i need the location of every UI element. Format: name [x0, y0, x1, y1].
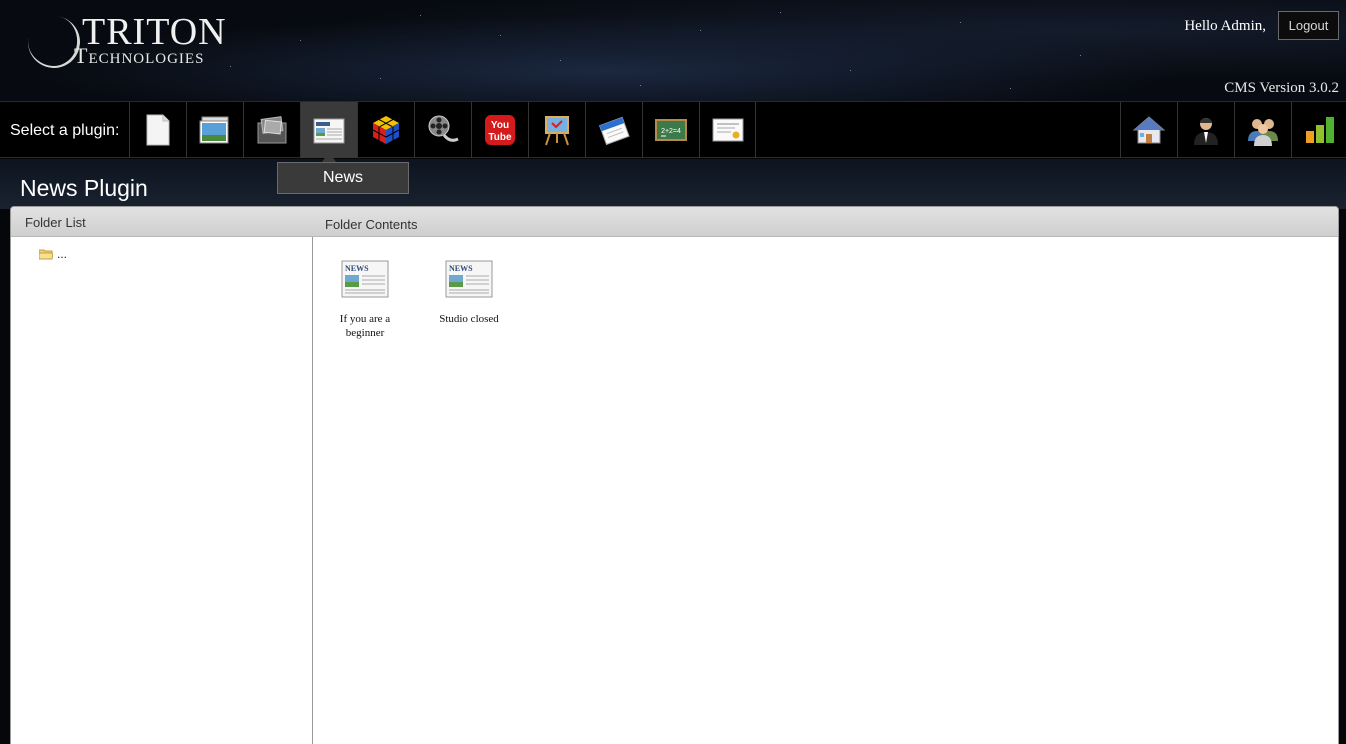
users-icon: [1248, 119, 1278, 146]
plugin-tooltip: News: [277, 162, 409, 194]
news-icon: [313, 118, 345, 144]
plugin-button-page[interactable]: [129, 102, 186, 158]
news-icon: NEWS: [445, 260, 493, 298]
folder-tree-item[interactable]: ...: [39, 247, 67, 261]
folder-tree-label: ...: [57, 247, 68, 261]
news-icon: NEWS: [341, 260, 389, 298]
logout-button[interactable]: Logout: [1278, 11, 1339, 40]
plugin-button-calendar[interactable]: [585, 102, 642, 158]
tooltip-arrow: [322, 152, 336, 162]
news-item-label: If you are a beginner: [339, 313, 391, 339]
plugin-button-youtube[interactable]: You Tube: [471, 102, 528, 158]
main-panel: Folder List Folder Contents ... NEWS If …: [10, 206, 1339, 744]
logo: TRITON Technologies: [23, 10, 264, 73]
panel-divider: [312, 237, 313, 744]
cube-icon: [372, 116, 400, 144]
greeting: Hello Admin,: [1184, 18, 1266, 34]
plugin-button-certificate[interactable]: [699, 102, 756, 158]
chalkboard-icon: 2+2=4: [655, 119, 687, 141]
plugin-button-presentation[interactable]: [528, 102, 585, 158]
news-item-label: Studio closed: [439, 313, 499, 325]
youtube-icon: You Tube: [485, 115, 515, 145]
svg-text:2+2=4: 2+2=4: [661, 128, 681, 135]
plugin-toolbar: Select a plugin: You Tube 2+2=4: [0, 101, 1346, 158]
news-item[interactable]: NEWS If you are a beginner: [325, 257, 405, 340]
subheader: News Plugin: [0, 159, 1346, 209]
plugin-button-chalkboard[interactable]: 2+2=4: [642, 102, 699, 158]
svg-text:NEWS: NEWS: [449, 264, 473, 273]
stats-icon: [1305, 117, 1334, 143]
version-label: CMS Version 3.0.2: [1224, 80, 1339, 96]
stats-button[interactable]: [1291, 102, 1346, 158]
film-reel-icon: [428, 115, 459, 142]
users-button[interactable]: [1234, 102, 1291, 158]
plugin-button-gallery[interactable]: [186, 102, 243, 158]
gallery-icon: [199, 116, 229, 144]
certificate-icon: [712, 118, 743, 142]
svg-text:Tube: Tube: [488, 132, 512, 143]
panel-header: Folder List Folder Contents: [11, 207, 1338, 237]
folder-list-title: Folder List: [25, 215, 86, 230]
page-icon: [146, 114, 170, 146]
folder-icon: [39, 249, 53, 260]
svg-text:You: You: [491, 120, 509, 131]
calendar-icon: [599, 116, 630, 146]
select-plugin-label: Select a plugin:: [10, 122, 120, 139]
plugin-button-photo-album[interactable]: [243, 102, 300, 158]
plugin-button-film[interactable]: [414, 102, 471, 158]
photo-album-icon: [257, 116, 287, 144]
home-icon: [1132, 116, 1166, 144]
user-icon: [1194, 118, 1218, 145]
home-button[interactable]: [1120, 102, 1177, 158]
header: TRITON Technologies Hello Admin, CMS Ver…: [0, 0, 1346, 101]
news-item[interactable]: NEWS Studio closed: [429, 257, 509, 326]
plugin-button-news[interactable]: [300, 102, 357, 158]
folder-contents-title: Folder Contents: [325, 217, 418, 232]
presentation-icon: [545, 116, 569, 146]
plugin-button-cube[interactable]: [357, 102, 414, 158]
user-button[interactable]: [1177, 102, 1234, 158]
page-title: News Plugin: [20, 175, 148, 201]
svg-text:NEWS: NEWS: [345, 264, 369, 273]
logo-text-line2: Technologies: [74, 43, 205, 68]
